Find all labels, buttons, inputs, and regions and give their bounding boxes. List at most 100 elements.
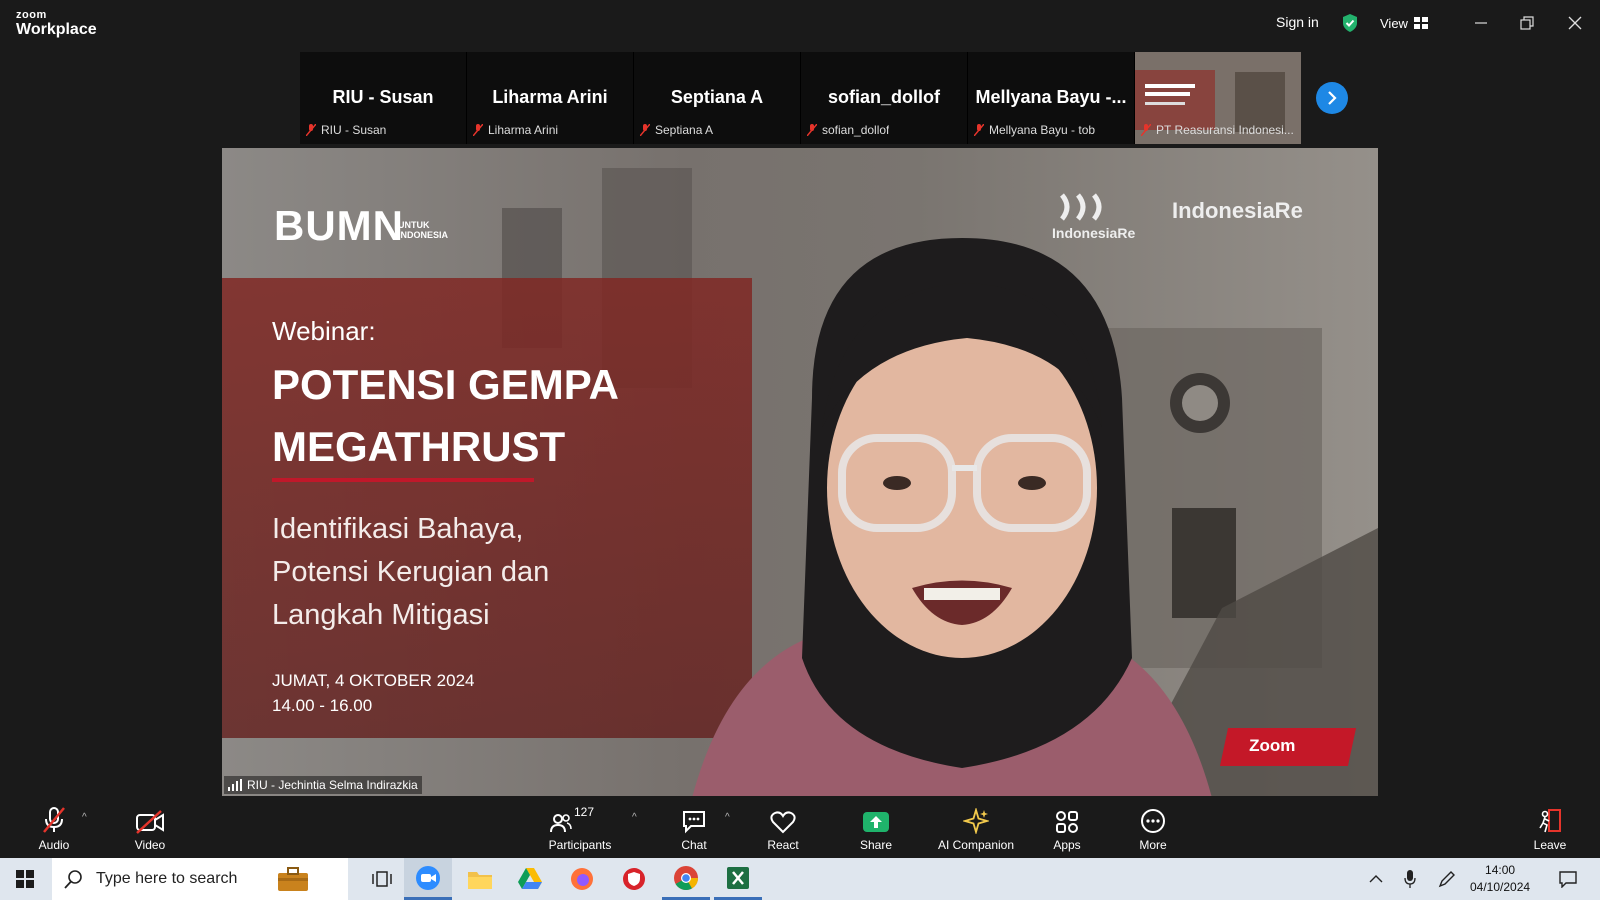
slide-title-line2: MEGATHRUST: [272, 423, 566, 470]
search-placeholder: Type here to search: [96, 870, 238, 887]
zoom-taskbar-button[interactable]: [404, 858, 452, 900]
participant-name-small: Mellyana Bayu - tob: [989, 123, 1096, 137]
speaker-person: [692, 238, 1212, 796]
firefox-button[interactable]: [558, 858, 606, 900]
ai-companion-label: AI Companion: [937, 838, 1015, 852]
briefcase-icon: [278, 867, 309, 891]
video-button[interactable]: Video: [128, 804, 172, 854]
speaker-name: RIU - Jechintia Selma Indirazkia: [247, 778, 418, 792]
audio-button[interactable]: Audio: [34, 804, 74, 854]
more-button[interactable]: More: [1136, 804, 1170, 854]
participant-tile[interactable]: sofian_dollof sofian_dollof: [801, 52, 967, 144]
participant-name-large: Liharma Arini: [492, 87, 608, 107]
react-label: React: [767, 838, 799, 852]
participants-button[interactable]: 127 Participants: [542, 804, 618, 854]
chrome-icon: [674, 865, 698, 890]
signal-strength-icon: [228, 779, 242, 791]
more-dots-icon: [1141, 809, 1165, 833]
microphone-tray-button[interactable]: [1396, 858, 1424, 900]
minimize-button[interactable]: [1466, 10, 1496, 36]
participant-strip: RIU - Susan RIU - Susan Liharma Arini Li…: [300, 52, 1301, 144]
participant-name-small: RIU - Susan: [321, 123, 387, 137]
security-shield-icon[interactable]: [1340, 13, 1360, 33]
slide-subtitle-line3: Langkah Mitigasi: [272, 599, 490, 631]
participant-tile[interactable]: RIU - Susan RIU - Susan: [300, 52, 466, 144]
notifications-button[interactable]: [1552, 858, 1584, 900]
close-button[interactable]: [1560, 10, 1590, 36]
clock-date: 04/10/2024: [1470, 880, 1531, 894]
heart-icon: [770, 811, 796, 834]
participant-name-small: Septiana A: [655, 123, 714, 137]
participant-tile-shared-screen[interactable]: PT Reasuransi Indonesi...: [1135, 52, 1301, 144]
security-app-button[interactable]: [610, 858, 658, 900]
grid-view-icon: [1413, 17, 1428, 29]
sign-in-link[interactable]: Sign in: [1276, 14, 1319, 30]
stopped-video-icon: [136, 810, 164, 834]
ai-companion-button[interactable]: AI Companion: [934, 804, 1018, 854]
muted-mic-icon: [306, 124, 316, 136]
slide-subtitle-line1: Identifikasi Bahaya,: [272, 513, 524, 545]
slide-title-underline: [272, 478, 534, 482]
active-speaker-video[interactable]: BUMN UNTUK INDONESIA IndonesiaRe Indones…: [222, 148, 1378, 796]
file-explorer-button[interactable]: [456, 858, 504, 900]
restore-icon: [1520, 16, 1534, 30]
minimize-icon: [1475, 22, 1487, 24]
muted-mic-icon: [974, 124, 984, 136]
view-button[interactable]: View: [1368, 9, 1444, 37]
show-hidden-icons-button[interactable]: [1362, 858, 1390, 900]
participant-label: Liharma Arini: [473, 121, 558, 139]
indonesiare-institute-logo: IndonesiaRe: [1172, 198, 1303, 223]
task-view-button[interactable]: [360, 858, 404, 900]
audio-options-caret[interactable]: ^: [82, 812, 87, 823]
pen-tray-button[interactable]: [1432, 858, 1462, 900]
apps-button[interactable]: Apps: [1050, 804, 1084, 854]
participant-name-small: Liharma Arini: [488, 123, 559, 137]
chat-icon: [683, 811, 705, 834]
participant-name-large: sofian_dollof: [828, 87, 940, 107]
bumn-sub-line2: INDONESIA: [398, 230, 449, 240]
chat-button[interactable]: Chat: [676, 804, 712, 854]
view-label: View: [1380, 15, 1408, 31]
slide-webinar-label: Webinar:: [272, 316, 376, 346]
taskbar-clock[interactable]: 14:00 04/10/2024: [1470, 862, 1530, 896]
participant-tile[interactable]: Septiana A Septiana A: [634, 52, 800, 144]
share-button[interactable]: Share: [856, 804, 896, 854]
participant-name-small: PT Reasuransi Indonesi...: [1156, 123, 1294, 137]
search-icon: [64, 870, 82, 889]
apps-label: Apps: [1053, 838, 1081, 852]
restore-button[interactable]: [1512, 10, 1542, 36]
excel-button[interactable]: [714, 858, 762, 900]
chat-label: Chat: [681, 838, 707, 852]
slide-subtitle: Identifikasi Bahaya, Potensi Kerugian da…: [272, 508, 549, 637]
start-button[interactable]: [0, 858, 50, 900]
participant-label: RIU - Susan: [306, 121, 386, 139]
chat-options-caret[interactable]: ^: [725, 812, 730, 823]
participant-label: Mellyana Bayu - tob: [974, 121, 1095, 139]
react-button[interactable]: React: [764, 804, 802, 854]
audio-label: Audio: [38, 838, 70, 852]
share-screen-icon: [863, 812, 889, 832]
leave-button[interactable]: Leave: [1532, 804, 1568, 854]
participant-tile[interactable]: Liharma Arini Liharma Arini: [467, 52, 633, 144]
zoom-banner: Zoom: [1219, 728, 1357, 766]
leave-door-icon: [1539, 809, 1561, 833]
participants-options-caret[interactable]: ^: [632, 812, 637, 823]
chrome-button[interactable]: [662, 858, 710, 900]
bumn-sub-line1: UNTUK: [398, 220, 430, 230]
taskbar-search-box[interactable]: Type here to search: [52, 858, 348, 900]
close-icon: [1568, 16, 1582, 30]
participant-name-small: sofian_dollof: [822, 123, 890, 137]
video-label: Video: [134, 838, 166, 852]
participant-name-large: Mellyana Bayu -...: [975, 87, 1127, 107]
apps-icon: [1056, 811, 1078, 833]
excel-icon: [727, 866, 749, 889]
zoom-app-icon: [416, 865, 440, 890]
ai-sparkle-icon: [963, 808, 989, 834]
participant-name-large: Septiana A: [670, 87, 764, 107]
next-page-button[interactable]: [1316, 82, 1348, 114]
google-drive-button[interactable]: [506, 858, 554, 900]
windows-taskbar: Type here to search 14:00 04/10/2024: [0, 858, 1600, 900]
title-bar: zoom Workplace Sign in View: [0, 0, 1600, 46]
participant-tile[interactable]: Mellyana Bayu -... Mellyana Bayu - tob: [968, 52, 1134, 144]
meeting-toolbar: Audio ^ Video 127 Participants ^ Chat ^ …: [0, 798, 1600, 858]
